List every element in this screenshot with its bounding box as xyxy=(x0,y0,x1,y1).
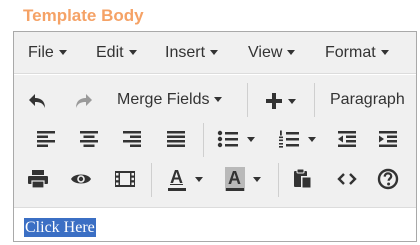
outdent-icon xyxy=(338,131,356,147)
preview-button[interactable] xyxy=(66,165,96,193)
menu-format-label: Format xyxy=(325,44,376,61)
rich-text-editor: File Edit Insert View Format Merge Field… xyxy=(13,31,417,242)
chevron-down-icon xyxy=(214,97,223,103)
chevron-down-icon xyxy=(380,50,389,56)
insert-button[interactable] xyxy=(258,87,302,115)
toolbar-separator xyxy=(247,83,248,117)
numbered-list-button[interactable] xyxy=(272,125,322,153)
menu-insert-label: Insert xyxy=(165,44,206,61)
menu-insert[interactable]: Insert xyxy=(165,44,219,62)
background-color-glyph: A xyxy=(228,168,241,188)
toolbar-separator xyxy=(151,163,152,197)
chevron-down-icon xyxy=(308,136,316,142)
text-color-glyph: A xyxy=(170,167,183,187)
undo-button[interactable] xyxy=(23,87,53,115)
indent-icon xyxy=(379,131,397,147)
chevron-down-icon xyxy=(287,50,296,56)
menu-view-label: View xyxy=(248,44,283,61)
chevron-down-icon xyxy=(210,50,219,56)
menu-file-label: File xyxy=(28,44,54,61)
bullet-list-button[interactable] xyxy=(211,125,261,153)
background-color-button[interactable]: A xyxy=(218,165,268,193)
undo-icon xyxy=(29,94,45,108)
align-left-icon xyxy=(37,131,55,147)
background-color-icon: A xyxy=(225,167,245,191)
help-icon xyxy=(377,168,399,190)
block-format-label: Paragraph xyxy=(330,91,405,108)
align-center-icon xyxy=(80,131,98,147)
text-color-swatch xyxy=(168,188,186,191)
redo-icon xyxy=(76,94,92,108)
chevron-down-icon xyxy=(253,176,261,182)
chevron-down-icon xyxy=(247,136,255,142)
numbered-list-icon xyxy=(279,130,299,148)
align-right-button[interactable] xyxy=(117,125,147,153)
indent-button[interactable] xyxy=(373,125,403,153)
media-icon xyxy=(115,171,135,187)
preview-eye-icon xyxy=(71,174,91,184)
toolbar-separator xyxy=(278,163,279,197)
source-code-button[interactable] xyxy=(332,165,362,193)
merge-fields-dropdown[interactable]: Merge Fields xyxy=(117,91,223,109)
editor-content-area[interactable]: Click Here xyxy=(14,209,416,241)
chevron-down-icon xyxy=(128,50,137,56)
chevron-down-icon xyxy=(288,98,296,104)
menu-view[interactable]: View xyxy=(248,44,296,62)
print-icon xyxy=(28,170,48,189)
toolbar-separator xyxy=(314,83,315,117)
menu-edit[interactable]: Edit xyxy=(96,44,137,62)
print-button[interactable] xyxy=(23,165,53,193)
menu-file[interactable]: File xyxy=(28,44,67,62)
paste-icon xyxy=(294,168,312,189)
editor-menubar: File Edit Insert View Format xyxy=(14,32,416,74)
chevron-down-icon xyxy=(195,176,203,182)
section-title: Template Body xyxy=(23,6,144,25)
editor-toolbar: Merge Fields Paragraph A A xyxy=(14,75,416,208)
code-icon xyxy=(337,173,357,185)
media-button[interactable] xyxy=(110,165,140,193)
background-color-swatch xyxy=(226,188,244,191)
align-justify-button[interactable] xyxy=(161,125,191,153)
align-right-icon xyxy=(123,131,141,147)
plus-icon xyxy=(266,93,282,109)
toolbar-separator xyxy=(203,123,204,157)
bullet-list-icon xyxy=(217,130,238,148)
block-format-dropdown[interactable]: Paragraph xyxy=(330,91,405,109)
chevron-down-icon xyxy=(58,50,67,56)
menu-format[interactable]: Format xyxy=(325,44,389,62)
align-justify-icon xyxy=(167,131,185,147)
paste-button[interactable] xyxy=(288,165,318,193)
redo-button[interactable] xyxy=(68,87,98,115)
outdent-button[interactable] xyxy=(332,125,362,153)
align-left-button[interactable] xyxy=(31,125,61,153)
text-color-button[interactable]: A xyxy=(160,165,210,193)
text-color-icon: A xyxy=(167,167,187,191)
align-center-button[interactable] xyxy=(74,125,104,153)
selected-content-text[interactable]: Click Here xyxy=(24,218,96,237)
menu-edit-label: Edit xyxy=(96,44,124,61)
help-button[interactable] xyxy=(373,165,403,193)
merge-fields-label: Merge Fields xyxy=(117,91,210,108)
